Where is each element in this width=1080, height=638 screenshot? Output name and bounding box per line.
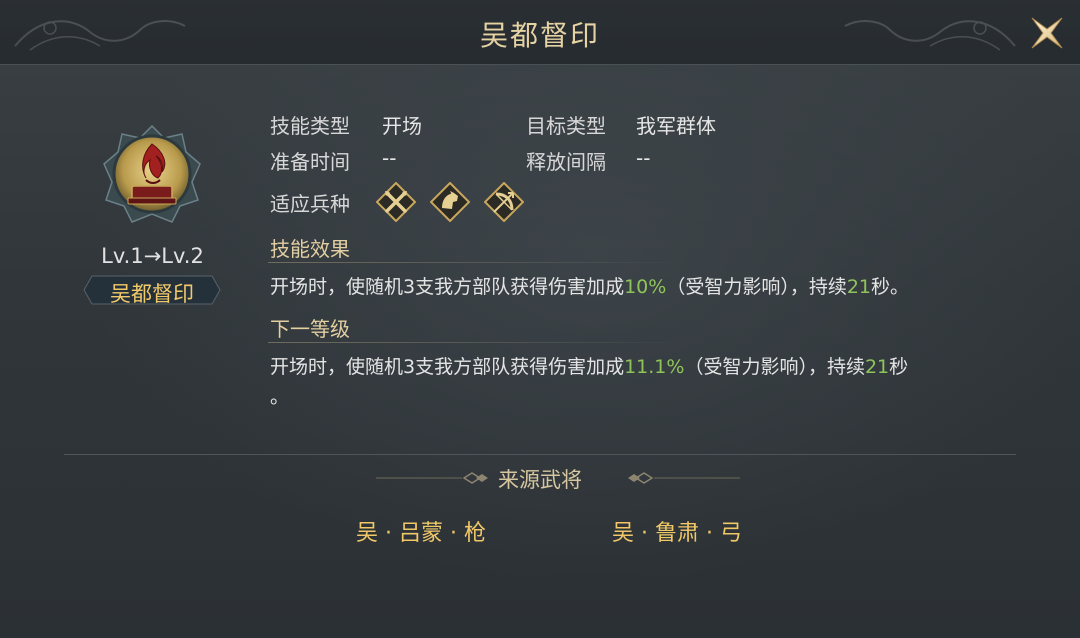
effect-value: 10% [624,276,667,298]
spear-troop-icon[interactable] [376,182,416,222]
effect-text-pre: 开场时，使随机3支我方部队获得伤害加成 [270,276,625,298]
header-ornament-right [844,20,1016,51]
skill-name-plate: 吴都督印 [82,274,222,306]
source-general-lusu[interactable]: 吴 · 鲁肃 · 弓 [612,515,742,547]
skill-detail-panel: 吴都督印 Lv.1→Lv.2 吴都督印 技能类型 开场 目标类型 我军群体 准备… [0,0,1080,638]
source-ornament-right [628,472,740,484]
cavalry-troop-icon[interactable] [430,182,470,222]
archer-troop-icon[interactable] [484,182,524,222]
skill-type-value: 开场 [382,114,422,138]
source-generals-title: 来源武将 [498,468,582,492]
next-level-text: 开场时，使随机3支我方部队获得伤害加成11.1%（受智力影响），持续21秒。 [270,352,1010,412]
close-icon[interactable] [1028,14,1066,52]
interval-label: 释放间隔 [526,150,606,174]
next-value: 11.1% [624,356,685,378]
skill-effect-title: 技能效果 [270,237,350,261]
target-type-value: 我军群体 [636,114,716,138]
effect-text-mid: （受智力影响），持续 [666,276,847,298]
next-level-title: 下一等级 [270,317,350,341]
header-bar: 吴都督印 [0,0,1080,65]
next-level-divider [268,342,688,343]
effect-text-post: 秒。 [871,276,910,298]
next-duration: 21 [864,356,890,378]
next-text-line2: 。 [270,386,290,408]
skill-effect-divider [268,262,688,263]
next-text-post: 秒 [889,356,909,378]
prep-time-value: -- [382,146,397,170]
effect-duration: 21 [846,276,872,298]
skill-name-label: 吴都督印 [110,282,194,306]
troop-type-label: 适应兵种 [270,192,350,216]
skill-level-text: Lv.1→Lv.2 [101,244,204,268]
next-text-mid: （受智力影响），持续 [684,356,865,378]
source-divider [64,454,1016,455]
troop-icon-list [376,182,524,222]
seal-skill-icon [103,124,201,223]
next-text-pre: 开场时，使随机3支我方部队获得伤害加成 [270,356,625,378]
skill-effect-text: 开场时，使随机3支我方部队获得伤害加成10%（受智力影响），持续21秒。 [270,272,1010,302]
target-type-label: 目标类型 [526,114,606,138]
interval-value: -- [636,146,651,170]
source-general-lvmeng[interactable]: 吴 · 吕蒙 · 枪 [356,515,486,547]
prep-time-label: 准备时间 [270,150,350,174]
skill-type-label: 技能类型 [270,114,350,138]
